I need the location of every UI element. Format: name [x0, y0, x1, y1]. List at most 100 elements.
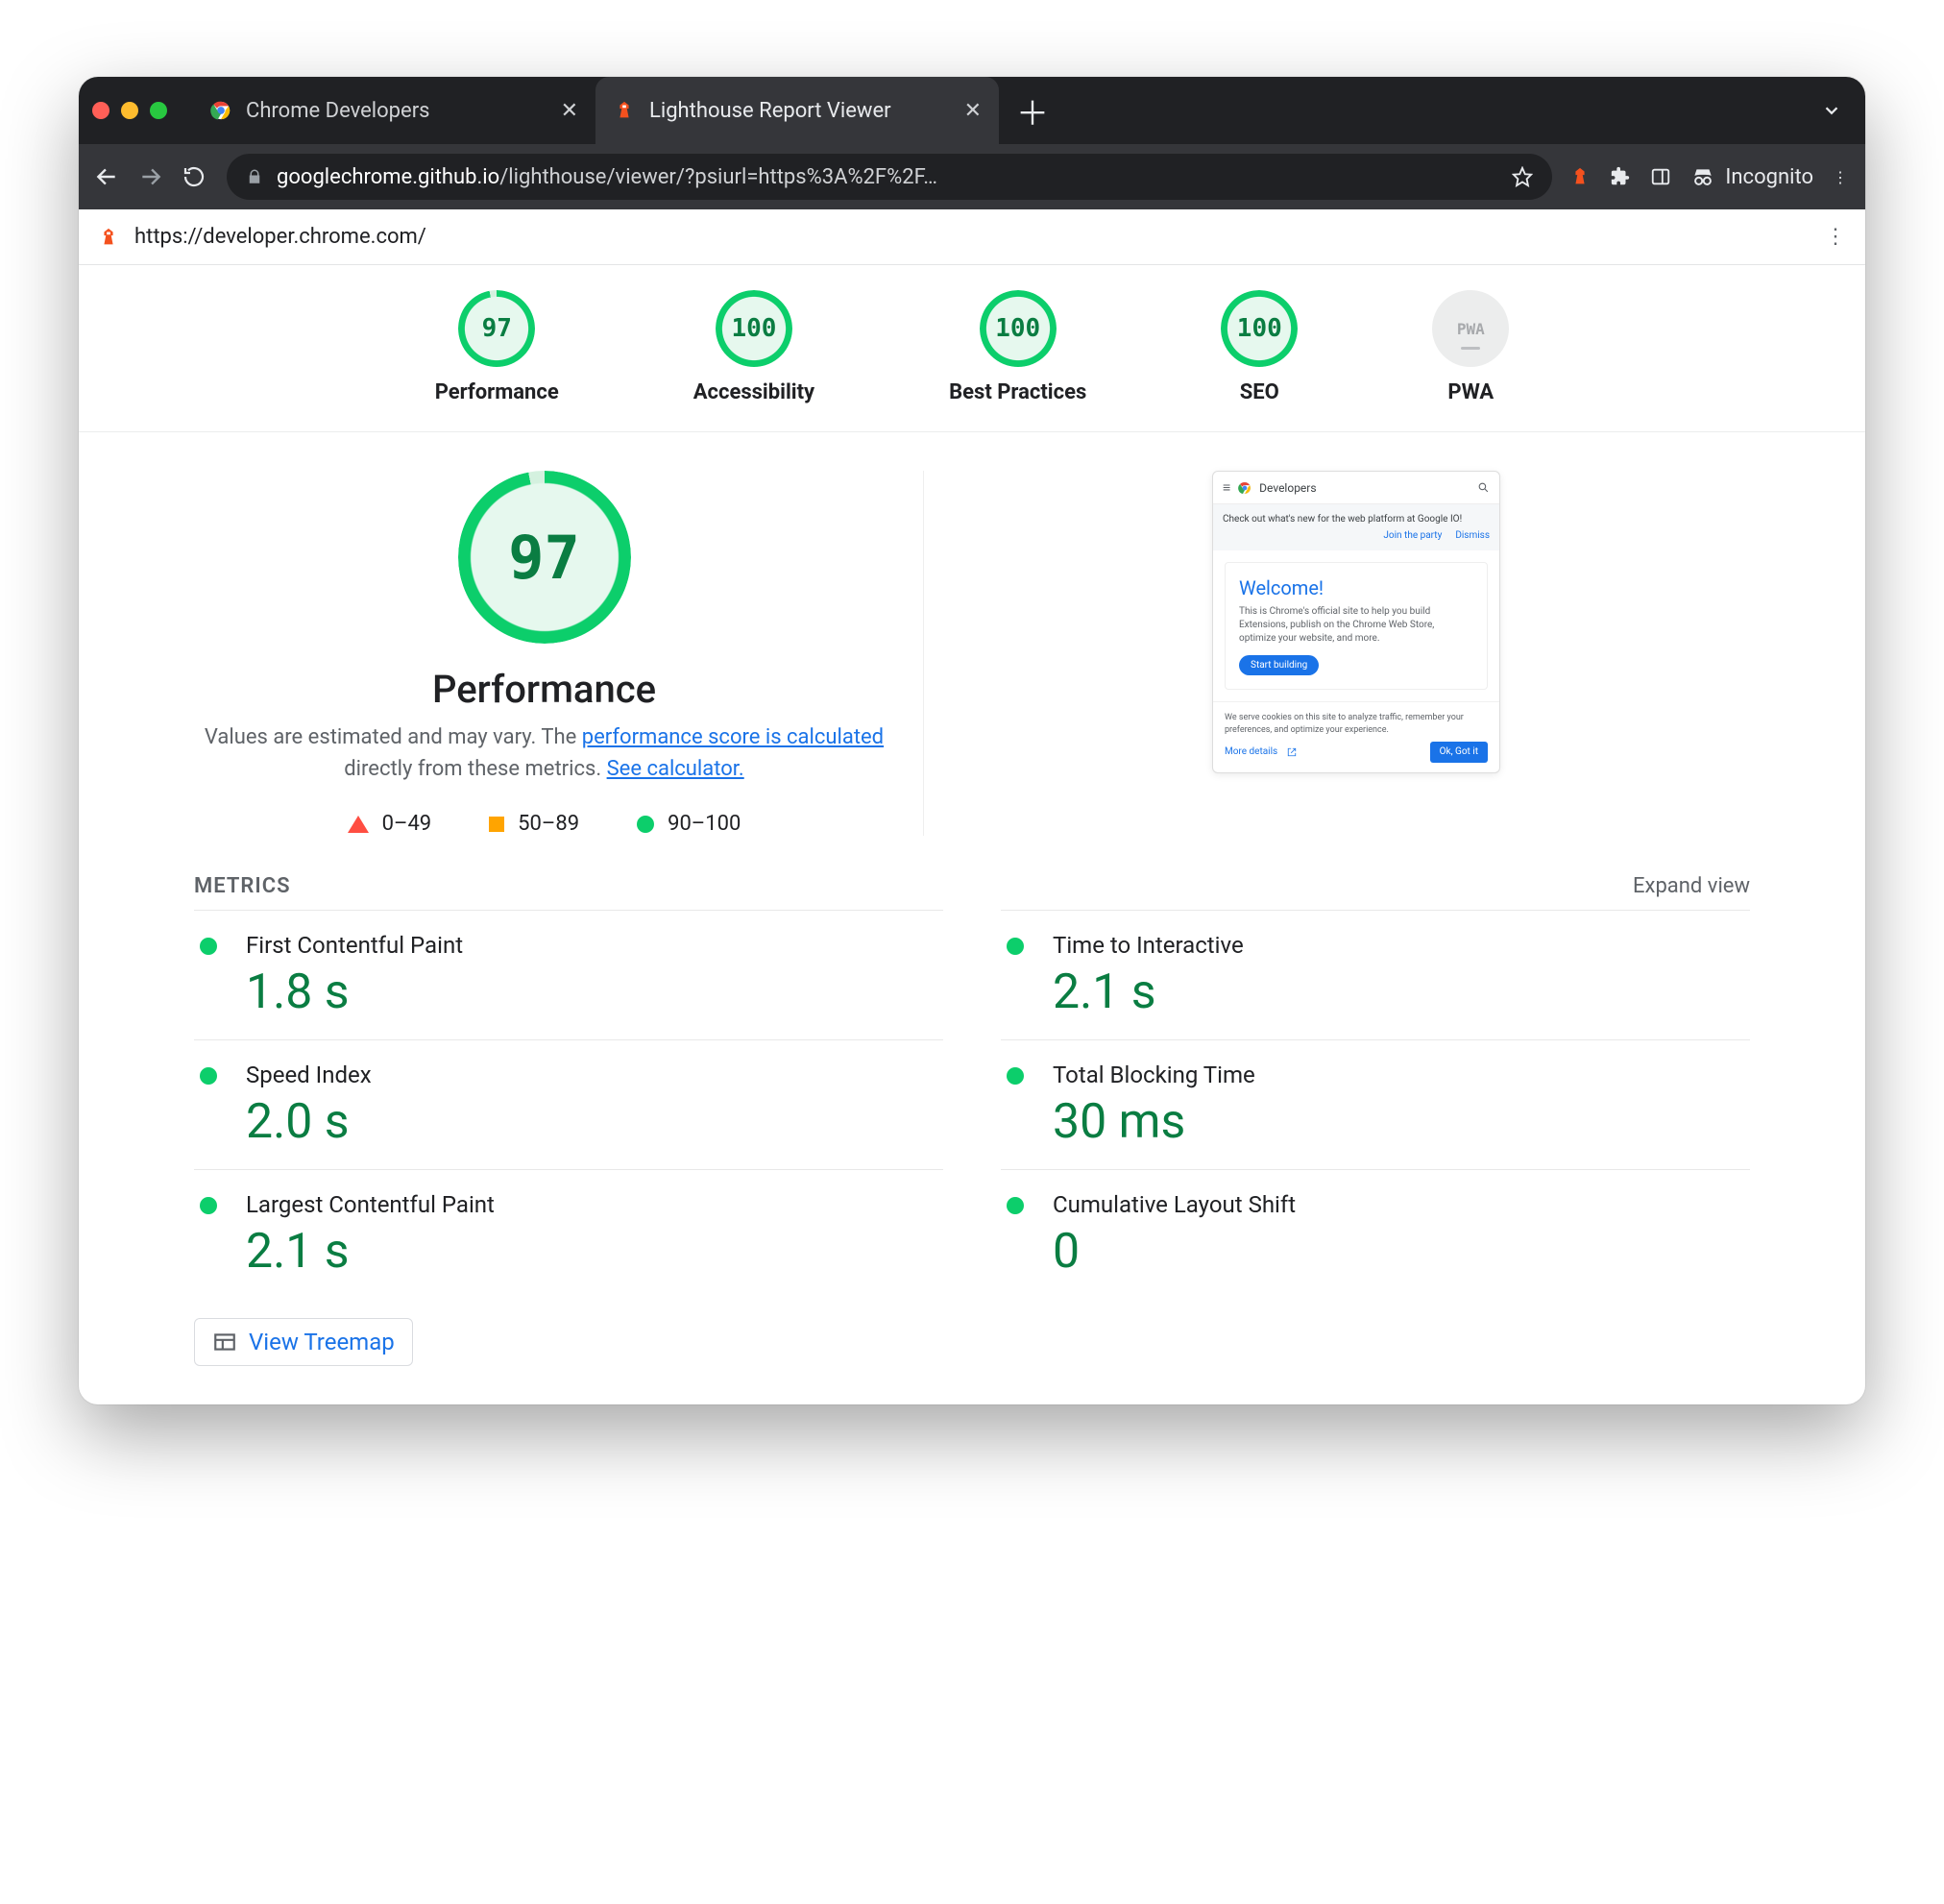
titlebar: Chrome Developers ✕ Lighthouse Report Vi… — [79, 77, 1865, 144]
new-tab-button[interactable]: ＋ — [999, 77, 1066, 144]
treemap-icon — [212, 1330, 237, 1355]
metric-time-to-interactive: Time to Interactive 2.1 s — [1001, 910, 1750, 1039]
hamburger-icon: ≡ — [1223, 479, 1230, 496]
tabstrip: Chrome Developers ✕ Lighthouse Report Vi… — [192, 77, 1798, 144]
incognito-indicator[interactable]: Incognito — [1690, 164, 1813, 189]
legend-fail: 0–49 — [348, 812, 432, 836]
score-accessibility[interactable]: 100 Accessibility — [693, 290, 814, 404]
url-text: googlechrome.github.io/lighthouse/viewer… — [277, 165, 1498, 189]
thumbnail-brand: Developers — [1259, 481, 1316, 495]
toolbar: googlechrome.github.io/lighthouse/viewer… — [79, 144, 1865, 209]
thumbnail-start-button: Start building — [1239, 655, 1319, 675]
side-panel-icon[interactable] — [1650, 166, 1671, 187]
gauge-accessibility: 100 — [716, 290, 792, 367]
back-button[interactable] — [94, 164, 121, 189]
minimize-window-button[interactable] — [121, 102, 138, 119]
browser-menu-button[interactable]: ⋮ — [1833, 168, 1850, 186]
close-tab-icon[interactable]: ✕ — [561, 99, 578, 123]
view-treemap-button[interactable]: View Treemap — [194, 1318, 413, 1366]
circle-icon — [200, 938, 217, 955]
forward-button[interactable] — [138, 164, 165, 189]
star-icon[interactable] — [1512, 166, 1533, 187]
legend-average: 50–89 — [489, 812, 579, 836]
circle-icon — [1007, 1197, 1024, 1214]
metric-largest-contentful-paint: Largest Contentful Paint 2.1 s — [194, 1169, 943, 1299]
circle-icon — [1007, 938, 1024, 955]
lock-icon — [246, 168, 263, 185]
metric-total-blocking-time: Total Blocking Time 30 ms — [1001, 1039, 1750, 1169]
external-link-icon — [1287, 747, 1297, 757]
lighthouse-extension-icon[interactable] — [1569, 166, 1591, 187]
pwa-dash-icon — [1461, 347, 1480, 350]
chrome-icon — [209, 99, 232, 122]
thumbnail-header: ≡ Developers — [1213, 472, 1499, 504]
circle-icon — [200, 1197, 217, 1214]
score-label: Accessibility — [693, 380, 814, 404]
thumbnail-cookie-ok: Ok, Got it — [1430, 742, 1488, 763]
search-icon — [1477, 481, 1490, 494]
screenshot-preview: ≡ Developers Check out what's new for th… — [962, 471, 1750, 836]
extensions-icon[interactable] — [1610, 166, 1631, 187]
score-performance[interactable]: 97 Performance — [435, 290, 559, 404]
performance-description: Values are estimated and may vary. The p… — [194, 721, 894, 785]
lighthouse-icon — [613, 99, 636, 122]
circle-icon — [200, 1067, 217, 1085]
metric-value: 30 ms — [1053, 1094, 1744, 1150]
square-icon — [489, 817, 504, 832]
gauge-pwa: PWA — [1432, 290, 1509, 367]
metrics-section: Metrics Expand view First Contentful Pai… — [79, 845, 1865, 1404]
thumbnail-io-banner: Check out what's new for the web platfor… — [1213, 504, 1499, 550]
close-window-button[interactable] — [92, 102, 109, 119]
metric-cumulative-layout-shift: Cumulative Layout Shift 0 — [1001, 1169, 1750, 1299]
link-score-calculation[interactable]: performance score is calculated — [582, 725, 884, 749]
score-best-practices[interactable]: 100 Best Practices — [949, 290, 1086, 404]
metric-value: 1.8 s — [246, 964, 937, 1020]
score-label: Best Practices — [949, 380, 1086, 404]
metrics-heading: Metrics — [194, 874, 291, 898]
thumbnail-welcome-card: Welcome! This is Chrome's official site … — [1225, 562, 1488, 690]
expand-view-button[interactable]: Expand view — [1633, 874, 1750, 898]
score-label: Performance — [435, 380, 559, 404]
gauge-best-practices: 100 — [980, 290, 1057, 367]
circle-icon — [1007, 1067, 1024, 1085]
score-pwa[interactable]: PWA PWA — [1432, 290, 1509, 404]
score-seo[interactable]: 100 SEO — [1221, 290, 1298, 404]
thumbnail-io-dismiss: Dismiss — [1455, 530, 1490, 541]
report-url-bar: https://developer.chrome.com/ ⋮ — [79, 209, 1865, 265]
metric-first-contentful-paint: First Contentful Paint 1.8 s — [194, 910, 943, 1039]
metric-value: 2.0 s — [246, 1094, 937, 1150]
url-domain: googlechrome.github.io — [277, 165, 499, 189]
performance-section: 97 Performance Values are estimated and … — [79, 432, 1865, 845]
legend-pass: 90–100 — [637, 812, 741, 836]
reload-button[interactable] — [182, 165, 209, 188]
incognito-label: Incognito — [1725, 165, 1813, 189]
lighthouse-icon — [98, 227, 119, 248]
performance-summary: 97 Performance Values are estimated and … — [194, 471, 924, 836]
tabs-overflow-button[interactable] — [1811, 100, 1852, 121]
close-tab-icon[interactable]: ✕ — [964, 99, 982, 123]
maximize-window-button[interactable] — [150, 102, 167, 119]
metric-speed-index: Speed Index 2.0 s — [194, 1039, 943, 1169]
score-strip: 97 Performance 100 Accessibility 100 Bes… — [79, 265, 1865, 432]
gauge-performance: 97 — [458, 290, 535, 367]
thumbnail-io-join: Join the party — [1383, 530, 1442, 541]
link-see-calculator[interactable]: See calculator. — [607, 757, 744, 781]
window-controls — [92, 102, 167, 119]
performance-title: Performance — [432, 667, 656, 712]
score-legend: 0–49 50–89 90–100 — [348, 812, 741, 836]
toolbar-icons: Incognito ⋮ — [1569, 164, 1850, 189]
metric-value: 2.1 s — [246, 1224, 937, 1280]
tab-chrome-developers[interactable]: Chrome Developers ✕ — [192, 77, 595, 144]
circle-icon — [637, 816, 654, 833]
site-thumbnail: ≡ Developers Check out what's new for th… — [1212, 471, 1500, 773]
tab-title: Lighthouse Report Viewer — [649, 99, 891, 123]
tab-lighthouse-report-viewer[interactable]: Lighthouse Report Viewer ✕ — [595, 77, 999, 144]
address-bar[interactable]: googlechrome.github.io/lighthouse/viewer… — [227, 154, 1552, 200]
triangle-icon — [348, 816, 369, 833]
thumbnail-cookie-banner: We serve cookies on this site to analyze… — [1213, 701, 1499, 772]
performance-score: 97 — [508, 523, 580, 593]
gauge-seo: 100 — [1221, 290, 1298, 367]
thumbnail-cookie-more: More details — [1225, 745, 1277, 759]
score-label: SEO — [1240, 380, 1279, 404]
report-menu-button[interactable]: ⋮ — [1825, 225, 1846, 249]
